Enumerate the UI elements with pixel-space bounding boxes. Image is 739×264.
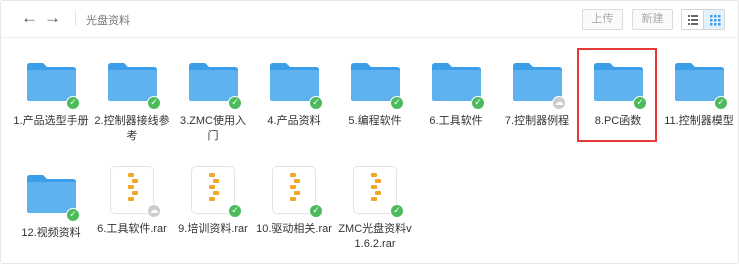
zip-stripe [290,173,296,177]
view-toggle [681,9,725,30]
item-label: 3.ZMC使用入门 [180,115,246,142]
synced-check-icon: ✓ [714,96,728,110]
folder-item[interactable]: ✓ 6.工具软件 [416,58,496,129]
file-browser-window: ← → 光盘资料 上传 新建 ✓ 1.产品选型手册 ✓ 2.控制器接线参考 ✓ … [0,0,739,264]
folder-icon: ✓ [347,58,404,110]
upload-button[interactable]: 上传 [582,9,623,30]
zip-stripe [128,173,134,177]
zip-stripe [371,197,377,201]
synced-check-icon: ✓ [390,204,404,218]
folder-item[interactable]: ✓ 11.控制器模型 [659,58,738,129]
toolbar-divider [75,11,76,26]
item-label: 12.视频资料 [21,227,81,239]
item-label: 2.控制器接线参考 [94,115,170,142]
zip-stripe [132,191,138,195]
zip-stripe [213,179,219,183]
folder-icon: ✓ [104,58,161,110]
folder-item[interactable]: ☁ 7.控制器例程 [497,58,577,129]
breadcrumb[interactable]: 光盘资料 [86,12,130,28]
list-view-icon[interactable] [682,10,704,29]
folder-item[interactable]: ✓ 12.视频资料 [11,170,91,241]
zip-stripe [209,197,215,201]
folder-icon: ☁ [509,58,566,110]
rar-archive-icon: ✓ [266,166,323,218]
item-label: 6.工具软件 [429,115,483,127]
synced-check-icon: ✓ [309,96,323,110]
rar-archive-icon: ✓ [347,166,404,218]
item-label: 6.工具软件.rar [97,223,167,235]
archive-item[interactable]: ✓ 10.驱动相关.rar [254,166,334,237]
folder-item[interactable]: ✓ 5.编程软件 [335,58,415,129]
synced-check-icon: ✓ [471,96,485,110]
synced-check-icon: ✓ [228,204,242,218]
folder-icon: ✓ [185,58,242,110]
item-label: 11.控制器模型 [664,115,734,127]
rar-archive-icon: ☁ [104,166,161,218]
item-label: 7.控制器例程 [504,115,570,127]
zip-stripe [290,185,296,189]
folder-item[interactable]: ✓ 2.控制器接线参考 [92,58,172,144]
folder-icon: ✓ [23,170,80,222]
cloud-status-icon: ☁ [552,96,566,110]
item-label: 4.产品资料 [267,115,321,127]
synced-check-icon: ✓ [66,96,80,110]
zip-stripe [294,191,300,195]
zip-stripe [371,185,377,189]
grid-view-icon[interactable] [704,10,724,29]
item-label: 5.编程软件 [348,115,402,127]
zip-stripe [132,179,138,183]
synced-check-icon: ✓ [228,96,242,110]
item-label: ZMC光盘资料v1.6.2.rar [338,223,412,250]
forward-arrow-icon[interactable]: → [44,9,61,26]
zip-stripe [290,197,296,201]
archive-item[interactable]: ☁ 6.工具软件.rar [92,166,172,237]
folder-item[interactable]: ✓ 1.产品选型手册 [11,58,91,129]
back-arrow-icon[interactable]: ← [21,9,38,26]
synced-check-icon: ✓ [66,208,80,222]
zip-stripe [213,191,219,195]
folder-item[interactable]: ✓ 4.产品资料 [254,58,334,129]
toolbar: ← → 光盘资料 上传 新建 [1,1,738,37]
folder-icon: ✓ [671,58,728,110]
synced-check-icon: ✓ [147,96,161,110]
synced-check-icon: ✓ [309,204,323,218]
selection-highlight [577,48,657,142]
zip-stripe [371,173,377,177]
item-label: 9.培训资料.rar [178,223,248,235]
new-button[interactable]: 新建 [632,9,673,30]
item-label: 1.产品选型手册 [13,115,89,127]
synced-check-icon: ✓ [390,96,404,110]
zip-stripe [209,173,215,177]
archive-item[interactable]: ✓ 9.培训资料.rar [173,166,253,237]
folder-icon: ✓ [23,58,80,110]
archive-item[interactable]: ✓ ZMC光盘资料v1.6.2.rar [335,166,415,252]
zip-stripe [375,179,381,183]
toolbar-separator [1,37,738,38]
item-label: 10.驱动相关.rar [256,223,332,235]
folder-icon: ✓ [266,58,323,110]
cloud-status-icon: ☁ [147,204,161,218]
zip-stripe [209,185,215,189]
folder-item[interactable]: ✓ 3.ZMC使用入门 [173,58,253,144]
zip-stripe [128,197,134,201]
zip-stripe [128,185,134,189]
zip-stripe [294,179,300,183]
zip-stripe [375,191,381,195]
folder-icon: ✓ [428,58,485,110]
rar-archive-icon: ✓ [185,166,242,218]
